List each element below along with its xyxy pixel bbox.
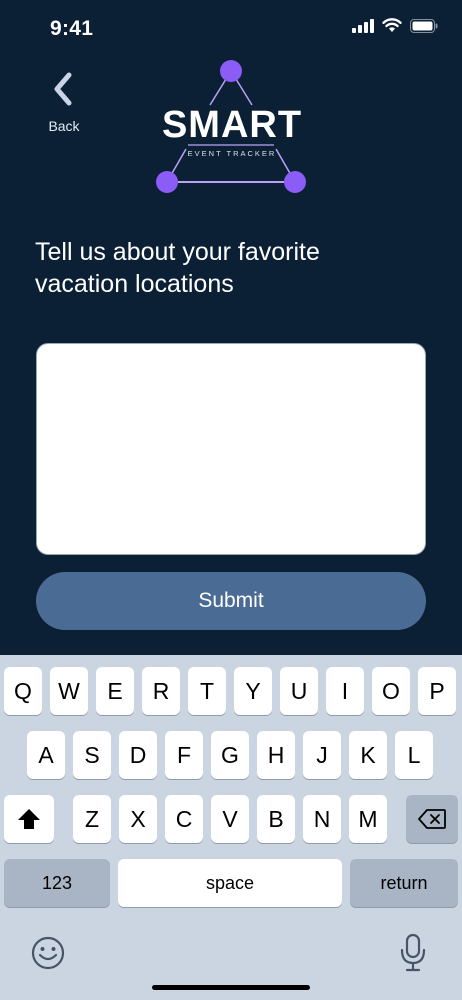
emoji-button[interactable]	[30, 935, 66, 971]
key-e[interactable]: E	[96, 667, 134, 715]
back-label: Back	[48, 118, 80, 134]
key-y[interactable]: Y	[234, 667, 272, 715]
app-logo: SMART EVENT TRACKER	[150, 58, 314, 198]
key-u[interactable]: U	[280, 667, 318, 715]
wifi-icon	[382, 18, 402, 32]
shift-key[interactable]	[4, 795, 54, 843]
key-x[interactable]: X	[119, 795, 157, 843]
question-prompt: Tell us about your favorite vacation loc…	[35, 236, 435, 300]
answer-textarea[interactable]	[36, 343, 426, 555]
status-time: 9:41	[50, 17, 94, 40]
back-chevron-icon	[54, 72, 72, 106]
battery-icon	[410, 18, 438, 33]
key-o[interactable]: O	[372, 667, 410, 715]
key-l[interactable]: L	[395, 731, 433, 779]
key-p[interactable]: P	[418, 667, 456, 715]
key-a[interactable]: A	[27, 731, 65, 779]
home-indicator	[152, 985, 310, 990]
key-g[interactable]: G	[211, 731, 249, 779]
key-j[interactable]: J	[303, 731, 341, 779]
logo-wordmark: SMART	[161, 104, 303, 146]
key-f[interactable]: F	[165, 731, 203, 779]
key-k[interactable]: K	[349, 731, 387, 779]
signal-icon	[352, 18, 374, 33]
return-key[interactable]: return	[350, 859, 458, 907]
back-button[interactable]: Back	[40, 70, 88, 138]
status-icons	[352, 18, 438, 33]
backspace-icon	[418, 809, 446, 829]
key-r[interactable]: R	[142, 667, 180, 715]
on-screen-keyboard: Q W E R T Y U I O P A S D F G H J K L Z …	[0, 655, 462, 1000]
logo-tagline: EVENT TRACKER	[187, 149, 277, 158]
submit-button[interactable]: Submit	[36, 572, 426, 630]
key-n[interactable]: N	[303, 795, 341, 843]
key-z[interactable]: Z	[73, 795, 111, 843]
numbers-key[interactable]: 123	[4, 859, 110, 907]
shift-icon	[18, 809, 40, 829]
space-key[interactable]: space	[118, 859, 342, 907]
key-d[interactable]: D	[119, 731, 157, 779]
key-q[interactable]: Q	[4, 667, 42, 715]
key-m[interactable]: M	[349, 795, 387, 843]
status-bar: 9:41	[0, 0, 462, 56]
microphone-icon	[400, 933, 426, 972]
key-w[interactable]: W	[50, 667, 88, 715]
key-t[interactable]: T	[188, 667, 226, 715]
key-v[interactable]: V	[211, 795, 249, 843]
key-c[interactable]: C	[165, 795, 203, 843]
key-h[interactable]: H	[257, 731, 295, 779]
prompt-line-2: vacation locations	[35, 270, 234, 298]
key-i[interactable]: I	[326, 667, 364, 715]
key-b[interactable]: B	[257, 795, 295, 843]
dictation-button[interactable]	[396, 933, 430, 973]
key-s[interactable]: S	[73, 731, 111, 779]
prompt-line-1: Tell us about your favorite	[35, 238, 320, 266]
emoji-icon	[31, 936, 65, 970]
backspace-key[interactable]	[406, 795, 458, 843]
